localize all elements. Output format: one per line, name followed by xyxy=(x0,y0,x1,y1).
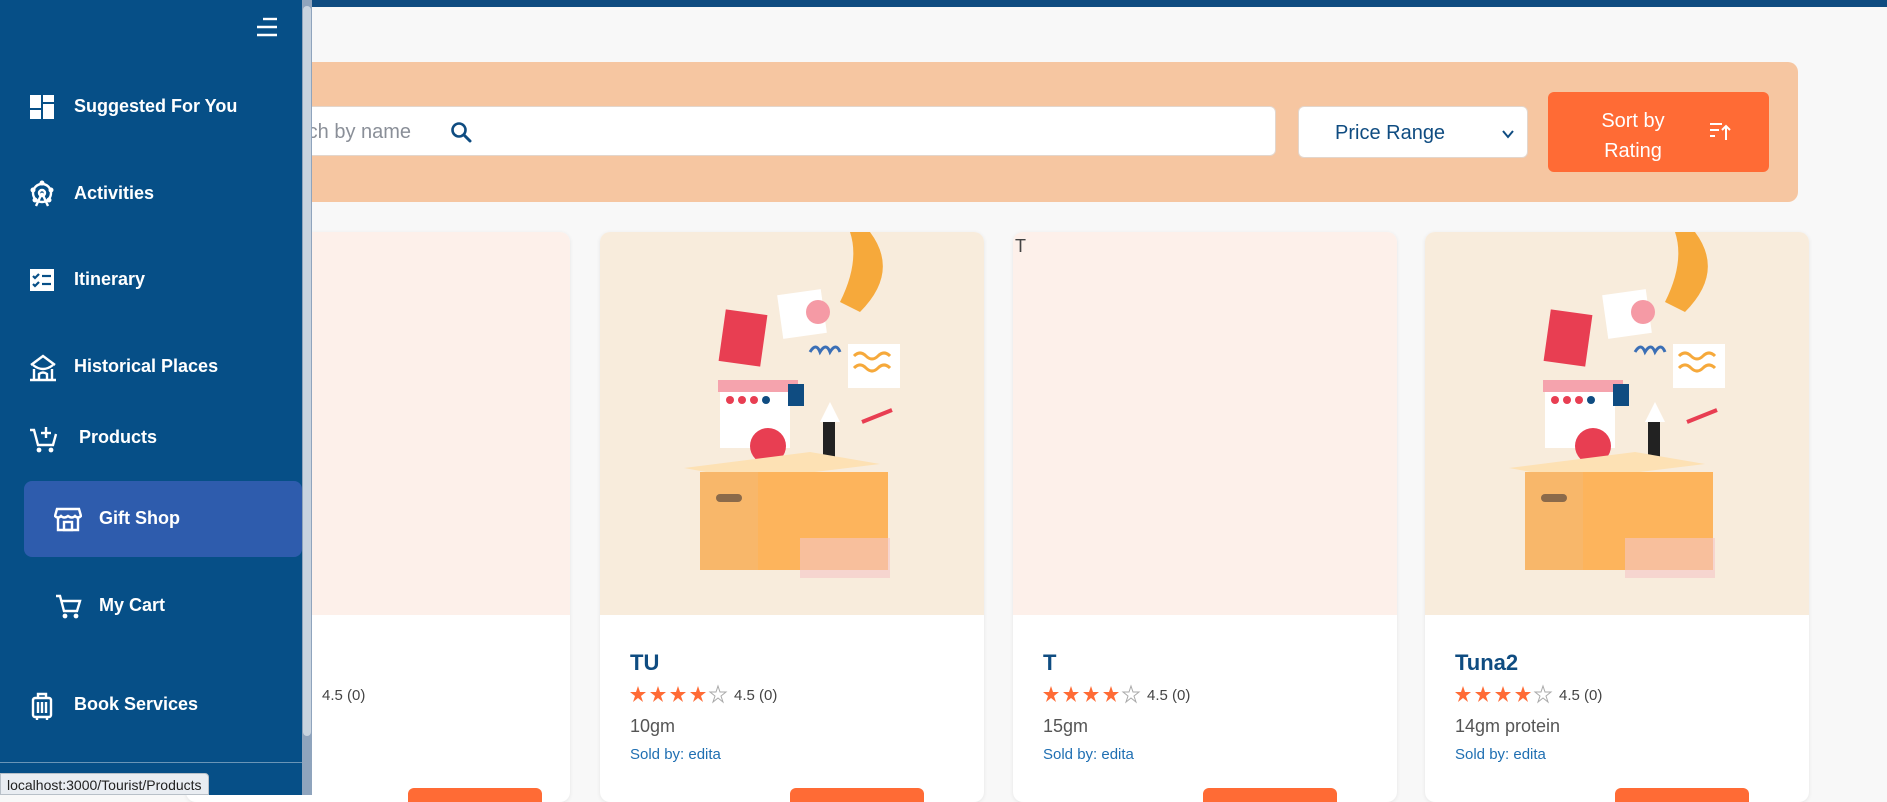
sidebar-item-label: My Cart xyxy=(99,595,166,615)
sidebar: Suggested For You Activities Itinerary H… xyxy=(0,0,312,795)
gift-box-illustration xyxy=(1509,232,1725,578)
product-image: T xyxy=(1013,232,1397,615)
sidebar-item-label: Products xyxy=(79,427,158,447)
sidebar-item-label: Historical Places xyxy=(74,356,219,376)
sort-ascending-icon xyxy=(1708,120,1732,148)
sidebar-scrollbar-thumb[interactable] xyxy=(303,6,311,736)
gift-box-illustration xyxy=(684,232,900,578)
price-range-label: Price Range xyxy=(1335,122,1446,144)
cart-icon xyxy=(54,592,82,620)
seller-label: Sold by: edita xyxy=(1455,746,1546,763)
product-name: T xyxy=(1043,650,1057,675)
chevron-down-icon xyxy=(1501,124,1515,147)
rating-value: 4.5 (0) xyxy=(1559,687,1603,704)
rating-value: 4.5 (0) xyxy=(734,687,778,704)
product-description: 14gm protein xyxy=(1455,716,1561,736)
sidebar-item-gift-shop[interactable]: Gift Shop xyxy=(24,481,302,557)
sidebar-item-products[interactable]: Products xyxy=(0,410,302,466)
menu-icon[interactable] xyxy=(255,16,279,38)
rating-stars xyxy=(1455,684,1555,704)
sidebar-item-label: Itinerary xyxy=(74,269,146,289)
dashboard-icon xyxy=(28,93,58,123)
broken-image-alt: T xyxy=(1015,236,1026,256)
museum-icon xyxy=(28,353,58,383)
product-image xyxy=(600,232,984,615)
sidebar-divider xyxy=(0,762,302,763)
sort-label: Sort by Rating xyxy=(1601,110,1665,162)
sidebar-item-suggested[interactable]: Suggested For You xyxy=(0,79,302,135)
sidebar-item-label: Gift Shop xyxy=(99,508,180,528)
sort-by-rating-button[interactable]: Sort by Rating xyxy=(1548,92,1769,172)
sidebar-item-label: Suggested For You xyxy=(74,96,238,116)
product-card[interactable]: T T 4.5 (0) 15gm Sold by: edita xyxy=(1013,232,1397,802)
sidebar-item-label: Book Services xyxy=(74,694,199,714)
search-input[interactable]: rch by name xyxy=(270,106,1276,156)
rating-value: 4.5 (0) xyxy=(1147,687,1191,704)
sidebar-item-historical-places[interactable]: Historical Places xyxy=(0,339,302,395)
product-description: 15gm xyxy=(1043,716,1089,736)
search-icon[interactable] xyxy=(449,120,473,149)
checklist-icon xyxy=(28,266,58,296)
add-to-cart-button[interactable] xyxy=(408,788,542,802)
broken-image-icon: T xyxy=(1015,236,1026,257)
search-placeholder: rch by name xyxy=(301,121,412,143)
price-range-select[interactable]: Price Range xyxy=(1298,106,1528,158)
sidebar-item-my-cart[interactable]: My Cart xyxy=(24,568,302,644)
add-to-cart-button[interactable] xyxy=(1615,788,1749,802)
rating-stars xyxy=(1043,684,1143,704)
seller-label: Sold by: edita xyxy=(630,746,721,763)
ferris-wheel-icon xyxy=(28,180,58,210)
rating-stars xyxy=(630,684,730,704)
add-to-cart-button[interactable] xyxy=(1203,788,1337,802)
storefront-icon xyxy=(53,505,83,533)
sidebar-item-itinerary[interactable]: Itinerary xyxy=(0,252,302,308)
product-name: Tuna2 xyxy=(1455,650,1519,675)
luggage-icon xyxy=(28,691,58,721)
product-name: TU xyxy=(630,650,660,675)
browser-status-url: localhost:3000/Tourist/Products xyxy=(0,773,209,795)
sidebar-item-label: Activities xyxy=(74,183,155,203)
add-to-cart-button[interactable] xyxy=(790,788,924,802)
seller-label: Sold by: edita xyxy=(1043,746,1134,763)
rating-value: 4.5 (0) xyxy=(322,687,366,704)
product-description: 10gm xyxy=(630,716,676,736)
sidebar-item-activities[interactable]: Activities xyxy=(0,166,302,222)
cart-add-icon xyxy=(28,424,58,454)
product-card[interactable]: TU 4.5 (0) 10gm Sold by: edita xyxy=(600,232,984,802)
product-image xyxy=(1425,232,1809,615)
product-card[interactable]: Tuna2 4.5 (0) 14gm protein Sold by: edit… xyxy=(1425,232,1809,802)
sidebar-item-book-services[interactable]: Book Services xyxy=(0,677,302,733)
